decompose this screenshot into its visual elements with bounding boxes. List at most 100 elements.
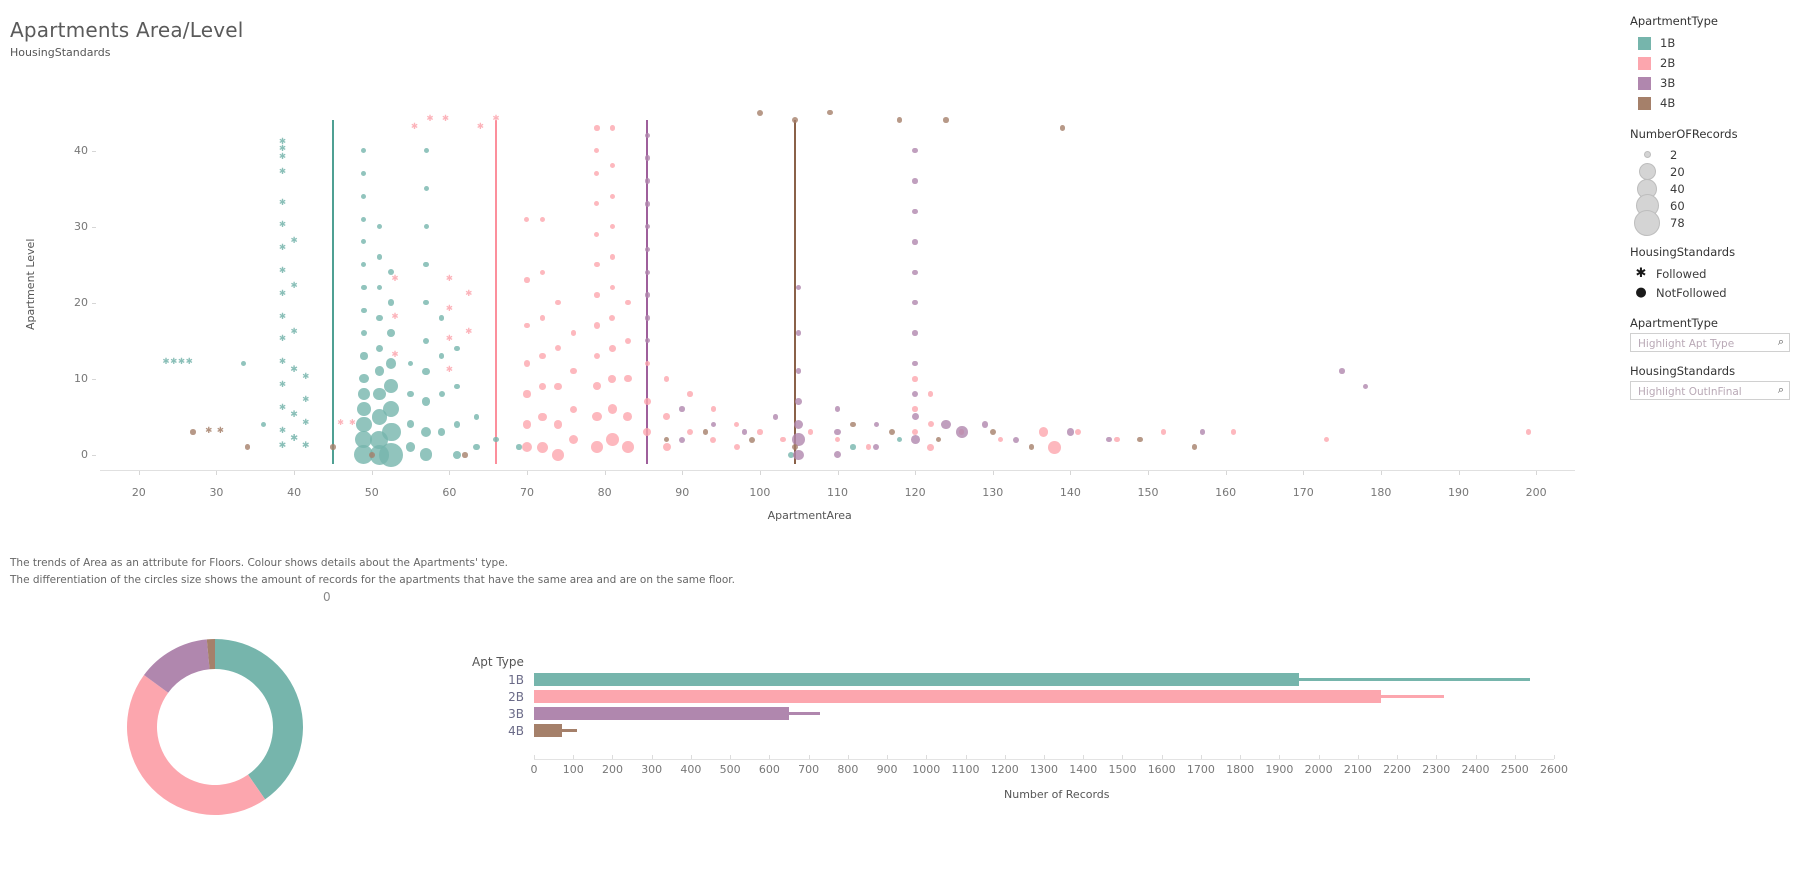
scatter-mark-notfollowed[interactable] — [594, 201, 600, 207]
scatter-mark-followed[interactable]: ✱ — [389, 313, 402, 322]
scatter-mark-notfollowed[interactable] — [607, 404, 618, 414]
bar-2B[interactable] — [534, 690, 1382, 703]
scatter-mark-notfollowed[interactable] — [625, 299, 631, 306]
bar-row-label[interactable]: 3B — [478, 707, 524, 721]
scatter-mark-notfollowed[interactable] — [896, 436, 903, 443]
scatter-mark-notfollowed[interactable] — [912, 375, 918, 382]
scatter-mark-notfollowed[interactable] — [437, 428, 446, 436]
bar-1B[interactable] — [534, 673, 1299, 686]
scatter-mark-notfollowed[interactable] — [643, 427, 652, 437]
scatter-mark-notfollowed[interactable] — [381, 422, 401, 442]
bar-4B[interactable] — [534, 724, 563, 737]
scatter-mark-notfollowed[interactable] — [609, 223, 616, 230]
filter-search-input[interactable] — [1636, 334, 1770, 353]
scatter-mark-notfollowed[interactable] — [554, 382, 562, 390]
scatter-mark-notfollowed[interactable] — [524, 322, 530, 329]
scatter-mark-notfollowed[interactable] — [1066, 428, 1074, 436]
scatter-mark-notfollowed[interactable] — [1525, 429, 1532, 435]
scatter-mark-notfollowed[interactable] — [407, 390, 414, 398]
scatter-mark-followed[interactable]: ✱ — [443, 366, 456, 375]
scatter-mark-notfollowed[interactable] — [644, 201, 651, 207]
scatter-mark-notfollowed[interactable] — [1160, 429, 1167, 435]
scatter-mark-notfollowed[interactable] — [791, 117, 798, 124]
scatter-mark-notfollowed[interactable] — [375, 344, 384, 352]
scatter-mark-notfollowed[interactable] — [710, 406, 717, 412]
scatter-mark-notfollowed[interactable] — [609, 193, 615, 199]
scatter-mark-notfollowed[interactable] — [873, 421, 880, 428]
bar-row-label[interactable]: 2B — [478, 690, 524, 704]
scatter-mark-notfollowed[interactable] — [873, 444, 880, 451]
bar-3B[interactable] — [534, 707, 789, 720]
scatter-mark-notfollowed[interactable] — [710, 421, 717, 428]
scatter-mark-notfollowed[interactable] — [663, 413, 671, 421]
scatter-mark-notfollowed[interactable] — [493, 436, 499, 443]
scatter-mark-notfollowed[interactable] — [539, 315, 546, 321]
scatter-mark-notfollowed[interactable] — [368, 451, 375, 458]
scatter-mark-notfollowed[interactable] — [453, 421, 461, 428]
scatter-mark-notfollowed[interactable] — [912, 269, 918, 276]
scatter-mark-notfollowed[interactable] — [376, 254, 383, 260]
scatter-mark-followed[interactable]: ✱ — [183, 358, 196, 367]
scatter-mark-notfollowed[interactable] — [826, 109, 833, 116]
scatter-mark-followed[interactable]: ✱ — [299, 419, 312, 428]
scatter-mark-notfollowed[interactable] — [710, 436, 717, 443]
scatter-mark-followed[interactable]: ✱ — [276, 244, 289, 253]
scatter-mark-notfollowed[interactable] — [1075, 428, 1082, 436]
scatter-mark-notfollowed[interactable] — [420, 426, 432, 438]
scatter-mark-notfollowed[interactable] — [850, 444, 856, 450]
scatter-mark-notfollowed[interactable] — [912, 147, 918, 154]
scatter-mark-notfollowed[interactable] — [570, 368, 577, 375]
scatter-mark-followed[interactable]: ✱ — [299, 441, 312, 451]
scatter-mark-notfollowed[interactable] — [423, 224, 429, 230]
scatter-mark-notfollowed[interactable] — [438, 390, 445, 397]
scatter-mark-notfollowed[interactable] — [686, 428, 694, 436]
scatter-mark-notfollowed[interactable] — [644, 178, 651, 184]
scatter-mark-notfollowed[interactable] — [644, 246, 651, 253]
scatter-mark-notfollowed[interactable] — [780, 436, 786, 443]
scatter-mark-notfollowed[interactable] — [935, 436, 942, 443]
scatter-mark-notfollowed[interactable] — [552, 448, 564, 461]
scatter-mark-notfollowed[interactable] — [361, 193, 367, 199]
scatter-mark-notfollowed[interactable] — [850, 421, 856, 428]
scatter-mark-followed[interactable]: ✱ — [389, 275, 402, 284]
scatter-mark-notfollowed[interactable] — [927, 421, 934, 428]
scatter-mark-notfollowed[interactable] — [387, 299, 395, 307]
scatter-mark-followed[interactable]: ✱ — [288, 328, 301, 337]
scatter-mark-notfollowed[interactable] — [624, 375, 632, 383]
scatter-mark-notfollowed[interactable] — [359, 374, 369, 384]
scatter-mark-notfollowed[interactable] — [592, 412, 602, 422]
scatter-mark-notfollowed[interactable] — [741, 429, 748, 435]
filter-search-box[interactable]: ⌕ — [1630, 381, 1790, 401]
scatter-mark-notfollowed[interactable] — [423, 186, 429, 192]
scatter-mark-followed[interactable]: ✱ — [443, 335, 456, 344]
donut-chart[interactable] — [120, 632, 310, 826]
scatter-mark-followed[interactable]: ✱ — [276, 267, 289, 276]
scatter-mark-notfollowed[interactable] — [644, 360, 651, 367]
scatter-mark-notfollowed[interactable] — [453, 450, 461, 459]
scatter-mark-notfollowed[interactable] — [609, 345, 616, 352]
scatter-mark-notfollowed[interactable] — [910, 435, 920, 444]
scatter-mark-followed[interactable]: ✱ — [439, 115, 452, 124]
filter-search-input[interactable] — [1636, 382, 1770, 401]
scatter-mark-notfollowed[interactable] — [795, 368, 802, 374]
scatter-mark-notfollowed[interactable] — [591, 441, 603, 453]
scatter-mark-followed[interactable]: ✱ — [474, 122, 487, 132]
scatter-mark-notfollowed[interactable] — [1114, 436, 1120, 443]
scatter-mark-notfollowed[interactable] — [679, 406, 685, 412]
scatter-mark-notfollowed[interactable] — [438, 315, 445, 321]
scatter-mark-notfollowed[interactable] — [733, 444, 740, 451]
scatter-mark-notfollowed[interactable] — [912, 299, 918, 306]
scatter-mark-notfollowed[interactable] — [376, 224, 382, 230]
scatter-mark-notfollowed[interactable] — [554, 345, 562, 352]
scatter-mark-followed[interactable]: ✱ — [490, 115, 503, 124]
scatter-mark-notfollowed[interactable] — [383, 401, 400, 418]
scatter-mark-followed[interactable]: ✱ — [462, 290, 475, 299]
scatter-mark-notfollowed[interactable] — [644, 223, 651, 230]
scatter-mark-notfollowed[interactable] — [981, 421, 989, 428]
scatter-mark-notfollowed[interactable] — [644, 292, 651, 298]
scatter-mark-notfollowed[interactable] — [793, 449, 804, 461]
scatter-mark-notfollowed[interactable] — [330, 444, 336, 450]
scatter-mark-notfollowed[interactable] — [539, 352, 546, 359]
legend-item-2B[interactable]: 2B — [1630, 53, 1793, 73]
scatter-mark-notfollowed[interactable] — [523, 390, 531, 398]
